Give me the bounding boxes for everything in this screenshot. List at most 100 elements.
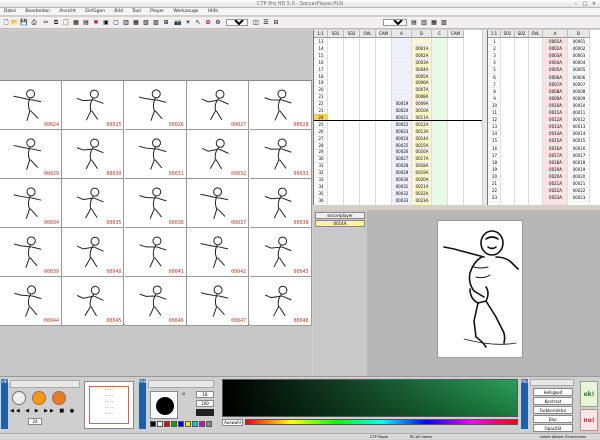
- tool-c-icon[interactable]: ▦: [430, 19, 438, 27]
- drawing-thumbnail[interactable]: 00038: [249, 179, 312, 228]
- swatch-magenta[interactable]: [199, 421, 205, 427]
- swatch-gray[interactable]: [206, 421, 212, 427]
- xsheet-column-header[interactable]: CAM: [376, 30, 392, 38]
- sheet-icon[interactable]: ▥: [122, 19, 130, 27]
- preview-drawing[interactable]: [437, 220, 523, 358]
- no-button[interactable]: no!: [580, 409, 598, 431]
- xsheet2-column-header[interactable]: S01: [501, 30, 515, 38]
- drawing-thumbnail[interactable]: 00039: [0, 228, 62, 277]
- kontrast-button[interactable]: Kontrast: [533, 397, 573, 405]
- grid-icon[interactable]: ▦: [72, 19, 80, 27]
- delete-icon[interactable]: ✖: [92, 19, 100, 27]
- menu-datei[interactable]: Datei: [0, 8, 20, 15]
- hue-slider[interactable]: [245, 419, 518, 425]
- xsheet-cell-b[interactable]: 0023A: [412, 197, 432, 205]
- menu-bild[interactable]: Bild: [110, 8, 126, 15]
- print-icon[interactable]: ⎙: [30, 19, 38, 27]
- drawing-thumbnail[interactable]: 00043: [249, 228, 312, 277]
- menu-player[interactable]: Player: [146, 8, 168, 15]
- drawing-thumbnail[interactable]: 00032: [187, 130, 250, 179]
- image-icon[interactable]: ▣: [102, 19, 110, 27]
- layer-current-drawing[interactable]: 0014A: [315, 220, 365, 227]
- ok-button[interactable]: ok!: [580, 381, 598, 407]
- menu-werkzeuge[interactable]: Werkzeuge: [169, 8, 202, 15]
- xsheet-column-header[interactable]: S01: [328, 30, 344, 38]
- drawing-thumbnail[interactable]: 00033: [249, 130, 312, 179]
- frame-icon[interactable]: ▢: [112, 19, 120, 27]
- settings-icon[interactable]: ⚙: [214, 19, 222, 27]
- xsheet-column-header[interactable]: S02: [344, 30, 360, 38]
- menu-bearbeiten[interactable]: Bearbeiten: [21, 8, 54, 15]
- film-icon[interactable]: ▧: [142, 19, 150, 27]
- new-file-icon[interactable]: 🗋: [2, 19, 10, 27]
- swatch-yellow[interactable]: [185, 421, 191, 427]
- layers-icon[interactable]: ▤: [82, 19, 90, 27]
- swatch-black[interactable]: [150, 421, 156, 427]
- drawing-thumbnail[interactable]: 00025: [62, 81, 125, 130]
- drawing-thumbnail[interactable]: 00030: [62, 130, 125, 179]
- open-file-icon[interactable]: 📂: [11, 19, 19, 27]
- xsheet2-column-header[interactable]: OVL: [529, 30, 543, 38]
- light-icon[interactable]: ☀: [184, 19, 192, 27]
- drawing-thumbnail[interactable]: 00024: [0, 81, 62, 130]
- menu-ansicht[interactable]: Ansicht: [55, 8, 80, 15]
- exposure-sheet-main[interactable]: 1:1 S01 S02 OVL CAM A B C CAM 13 14 0001A 15 0002A 16 0…: [313, 30, 487, 205]
- close-button[interactable]: ×: [590, 1, 598, 7]
- blur-button[interactable]: Blur: [533, 415, 573, 423]
- drawing-thumbnail[interactable]: 00041: [124, 228, 187, 277]
- minimize-button[interactable]: –: [572, 1, 580, 7]
- exposure-sheet-secondary[interactable]: 1:1 S01 S02 OVL A B 1 0001A 00001 2 0002A 00002 3 000…: [487, 30, 600, 205]
- xsheet-cell-a[interactable]: 00033: [392, 197, 412, 205]
- brush-opacity-field[interactable]: 100: [196, 400, 214, 407]
- scan-icon[interactable]: ⊞: [162, 19, 170, 27]
- opazitaet-button[interactable]: Opazität: [533, 424, 573, 432]
- xsheet-column-header[interactable]: A: [392, 30, 412, 38]
- menu-tool[interactable]: Tool: [128, 8, 145, 15]
- xsheet-column-header[interactable]: OVL: [360, 30, 376, 38]
- drawing-thumbnail[interactable]: 00047: [187, 277, 250, 326]
- list-icon[interactable]: ☰: [262, 19, 270, 27]
- xsheet2-column-header[interactable]: B: [568, 30, 590, 38]
- menu-einfuegen[interactable]: Einfügen: [81, 8, 109, 15]
- pointer-icon[interactable]: ↖: [194, 19, 202, 27]
- copy-icon[interactable]: ⧉: [52, 19, 60, 27]
- current-color-swatch[interactable]: [196, 409, 214, 416]
- frame-number-field[interactable]: 24: [28, 418, 42, 425]
- playback-controls[interactable]: ◀◀ ◀ ▶ ▶▶ ■ ●: [10, 408, 80, 415]
- xsheet2-column-header[interactable]: S02: [515, 30, 529, 38]
- xsheet2-cell[interactable]: 00023: [568, 194, 590, 202]
- drawing-thumbnail[interactable]: 00048: [249, 277, 312, 326]
- drawing-thumbnail[interactable]: 00031: [124, 130, 187, 179]
- swatch-white[interactable]: [157, 421, 163, 427]
- swatch-cyan[interactable]: [192, 421, 198, 427]
- maximize-button[interactable]: □: [581, 1, 589, 7]
- xsheet-column-header[interactable]: C: [432, 30, 448, 38]
- auswahl-button[interactable]: Auswahl: [222, 419, 243, 426]
- paste-icon[interactable]: 📋: [62, 19, 70, 27]
- brush-size-field[interactable]: 18: [196, 391, 214, 398]
- flip-icon[interactable]: [52, 391, 66, 405]
- swatch-blue[interactable]: [178, 421, 184, 427]
- swatch-red[interactable]: [164, 421, 170, 427]
- xsheet2-column-header[interactable]: 1:1: [488, 30, 501, 38]
- drawing-thumbnail[interactable]: 00029: [0, 130, 62, 179]
- tool-d-icon[interactable]: ▧: [440, 19, 448, 27]
- xsheet-column-header[interactable]: B: [412, 30, 432, 38]
- xsheet-row-number[interactable]: 36: [314, 197, 328, 205]
- menu-hilfe[interactable]: Hilfe: [204, 8, 222, 15]
- light-table-icon[interactable]: [32, 391, 46, 405]
- save-icon[interactable]: 💾: [20, 19, 28, 27]
- drawing-thumbnail[interactable]: 00028: [249, 81, 312, 130]
- paint-icon[interactable]: ✿: [204, 19, 212, 27]
- tool-a-icon[interactable]: ▤: [410, 19, 418, 27]
- tool-b-icon[interactable]: ▥: [420, 19, 428, 27]
- xsheet-column-header[interactable]: CAM: [448, 30, 464, 38]
- onion-skin-icon[interactable]: [12, 391, 26, 405]
- xsheet2-row-number[interactable]: 23: [488, 194, 501, 202]
- drawing-thumbnail[interactable]: 00036: [124, 179, 187, 228]
- drawing-thumbnail[interactable]: 00035: [62, 179, 125, 228]
- layer-name[interactable]: soccerplayer: [315, 212, 365, 219]
- name-select[interactable]: NAME: [383, 19, 407, 26]
- palette-preview[interactable]: · · · · · · · · · · · · · · · · · · · ·: [84, 381, 134, 429]
- xsheet2-column-header[interactable]: A: [543, 30, 568, 38]
